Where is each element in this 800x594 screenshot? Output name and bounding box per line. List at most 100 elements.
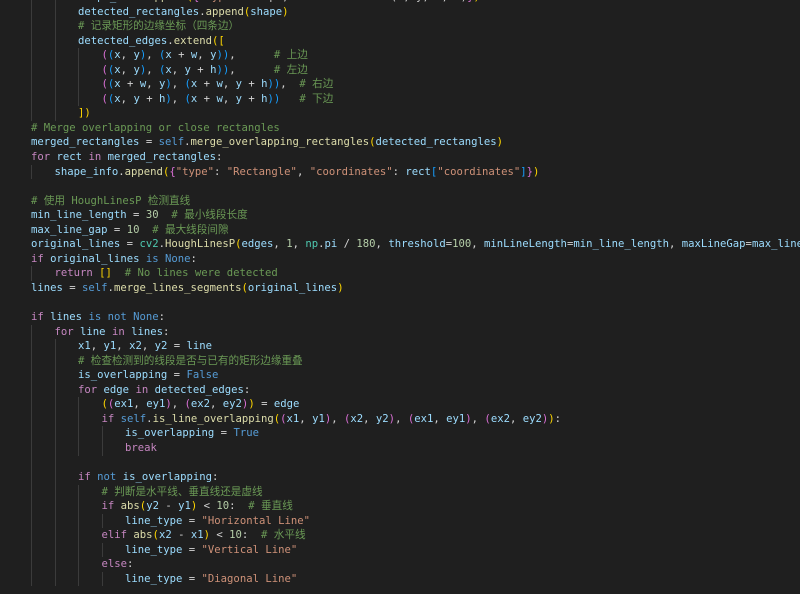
code-token: "coordinates" [309, 165, 393, 178]
code-line[interactable]: if not is_overlapping: [0, 470, 800, 485]
code-line[interactable]: ((x, y), (x + w, y)), # 上边 [0, 48, 800, 63]
code-token: max_line_gap [31, 223, 108, 236]
code-line[interactable] [0, 295, 800, 310]
code-line[interactable]: ((x, y), (x, y + h)), # 左边 [0, 62, 800, 78]
indent-guide [101, 571, 103, 587]
code-line[interactable]: for line in lines: [0, 324, 800, 340]
code-token: cv2 [139, 238, 159, 251]
code-token: , [120, 49, 134, 62]
code-line[interactable]: break [0, 440, 800, 456]
indent-guide [31, 397, 32, 412]
code-line[interactable]: line_type = "Horizontal Line" [0, 513, 800, 529]
code-token: < [210, 529, 230, 542]
code-line[interactable]: # 检查检测到的线段是否与已有的矩形边缘重叠 [0, 353, 800, 369]
code-line[interactable]: shape_info.append({"type": "Rectangle", … [0, 164, 800, 180]
indent-guide [31, 411, 32, 427]
code-line[interactable] [0, 179, 800, 194]
code-line[interactable]: elif abs(x2 - x1) < 10: # 水平线 [0, 528, 800, 543]
code-token: < [197, 500, 217, 513]
code-token: = [107, 223, 127, 236]
code-token: min_line_length [573, 238, 669, 251]
code-token: detected_edges [78, 34, 168, 47]
code-line[interactable]: ((ex1, ey1), (ex2, ey2)) = edge [0, 397, 800, 412]
code-line[interactable]: if lines is not None: [0, 310, 800, 325]
code-token: - [158, 500, 179, 513]
code-line[interactable]: ]) [0, 106, 800, 121]
code-line[interactable]: min_line_length = 30 # 最小线段长度 [0, 208, 800, 223]
code-token: x2 [129, 340, 142, 353]
code-token: , [210, 398, 223, 411]
code-token: + [241, 92, 262, 105]
code-token: # 水平线 [261, 529, 306, 542]
code-area[interactable]: shape_info.append({"type": shape, "coord… [0, 0, 800, 594]
code-line[interactable]: # Merge overlapping or close rectangles [0, 121, 800, 136]
code-token: 10 [126, 223, 140, 236]
code-line[interactable]: if self.is_line_overlapping((x1, y1), (x… [0, 411, 800, 427]
code-line[interactable]: for edge in detected_edges: [0, 382, 800, 398]
code-token: shape [250, 5, 283, 18]
code-token: rect [405, 165, 431, 178]
indent-guide [54, 19, 56, 34]
code-line[interactable]: merged_rectangles = self.merge_overlappi… [0, 135, 800, 150]
code-line[interactable] [0, 455, 800, 471]
indent-guide [78, 62, 79, 78]
code-token: : (x, y, w, h) [378, 0, 467, 3]
code-token: "Diagonal Line" [201, 572, 298, 585]
code-line[interactable]: detected_edges.extend([ [0, 33, 800, 49]
code-token: original_lines [31, 238, 121, 251]
code-line[interactable]: # 判断是水平线、垂直线还是虚线 [0, 484, 800, 500]
code-token: # 最小线段长度 [171, 209, 248, 222]
code-line[interactable]: is_overlapping = False [0, 368, 800, 383]
code-token: , [133, 398, 147, 411]
code-token: not [97, 471, 117, 484]
code-token: ey1 [146, 398, 166, 411]
indent-guide [31, 513, 32, 529]
code-token: , [229, 63, 274, 76]
code-token: elif [101, 529, 128, 542]
code-token: ) [533, 165, 540, 178]
code-token: + [171, 49, 191, 62]
code-line[interactable]: lines = self.merge_lines_segments(origin… [0, 281, 800, 296]
code-token: ) [496, 136, 504, 149]
code-line[interactable]: line_type = "Vertical Line" [0, 542, 800, 558]
code-line[interactable] [0, 586, 800, 594]
code-line[interactable]: original_lines = cv2.HoughLinesP(edges, … [0, 237, 800, 252]
code-token: y2 [146, 500, 159, 513]
code-token: = [167, 369, 187, 382]
code-token: , [375, 238, 389, 251]
code-line[interactable]: if original_lines is None: [0, 252, 800, 267]
indent-guide [78, 440, 79, 456]
code-token: = [182, 572, 202, 585]
code-line[interactable]: max_line_gap = 10 # 最大线段间隙 [0, 223, 800, 238]
code-line[interactable]: # 记录矩形的边缘坐标（四条边） [0, 19, 800, 34]
code-token: : [554, 412, 562, 425]
code-token: : [162, 325, 170, 338]
code-line[interactable]: x1, y1, x2, y2 = line [0, 339, 800, 354]
code-token: 180 [356, 238, 376, 251]
code-line[interactable]: is_overlapping = True [0, 426, 800, 441]
indent-guide [54, 339, 56, 354]
code-line[interactable]: ((x, y + h), (x + w, y + h)) # 下边 [0, 91, 800, 107]
code-token: maxLineGap [681, 238, 746, 251]
indent-guide [31, 557, 32, 572]
code-token: lines [31, 281, 63, 294]
code-editor[interactable]: shape_info.append({"type": shape, "coord… [0, 0, 800, 594]
code-token: line_type [125, 514, 183, 527]
code-line[interactable]: else: [0, 557, 800, 572]
code-line[interactable]: return [] # No lines were detected [0, 266, 800, 281]
code-token: "type" [175, 165, 215, 178]
indent-guide [78, 528, 79, 543]
code-line[interactable]: if abs(y2 - y1) < 10: # 垂直线 [0, 499, 800, 514]
code-token: if [31, 252, 44, 265]
code-line[interactable]: detected_rectangles.append(shape) [0, 4, 800, 20]
code-line[interactable]: line_type = "Diagonal Line" [0, 571, 800, 587]
code-token: "coordinates" [295, 0, 378, 3]
code-token: 10 [229, 529, 242, 542]
code-token: ey1 [446, 412, 466, 425]
code-line[interactable]: # 使用 HoughLinesP 检测直线 [0, 194, 800, 209]
code-token: + [241, 78, 262, 91]
code-line[interactable]: for rect in merged_rectangles: [0, 150, 800, 165]
code-line[interactable]: ((x + w, y), (x + w, y + h)), # 右边 [0, 77, 800, 92]
